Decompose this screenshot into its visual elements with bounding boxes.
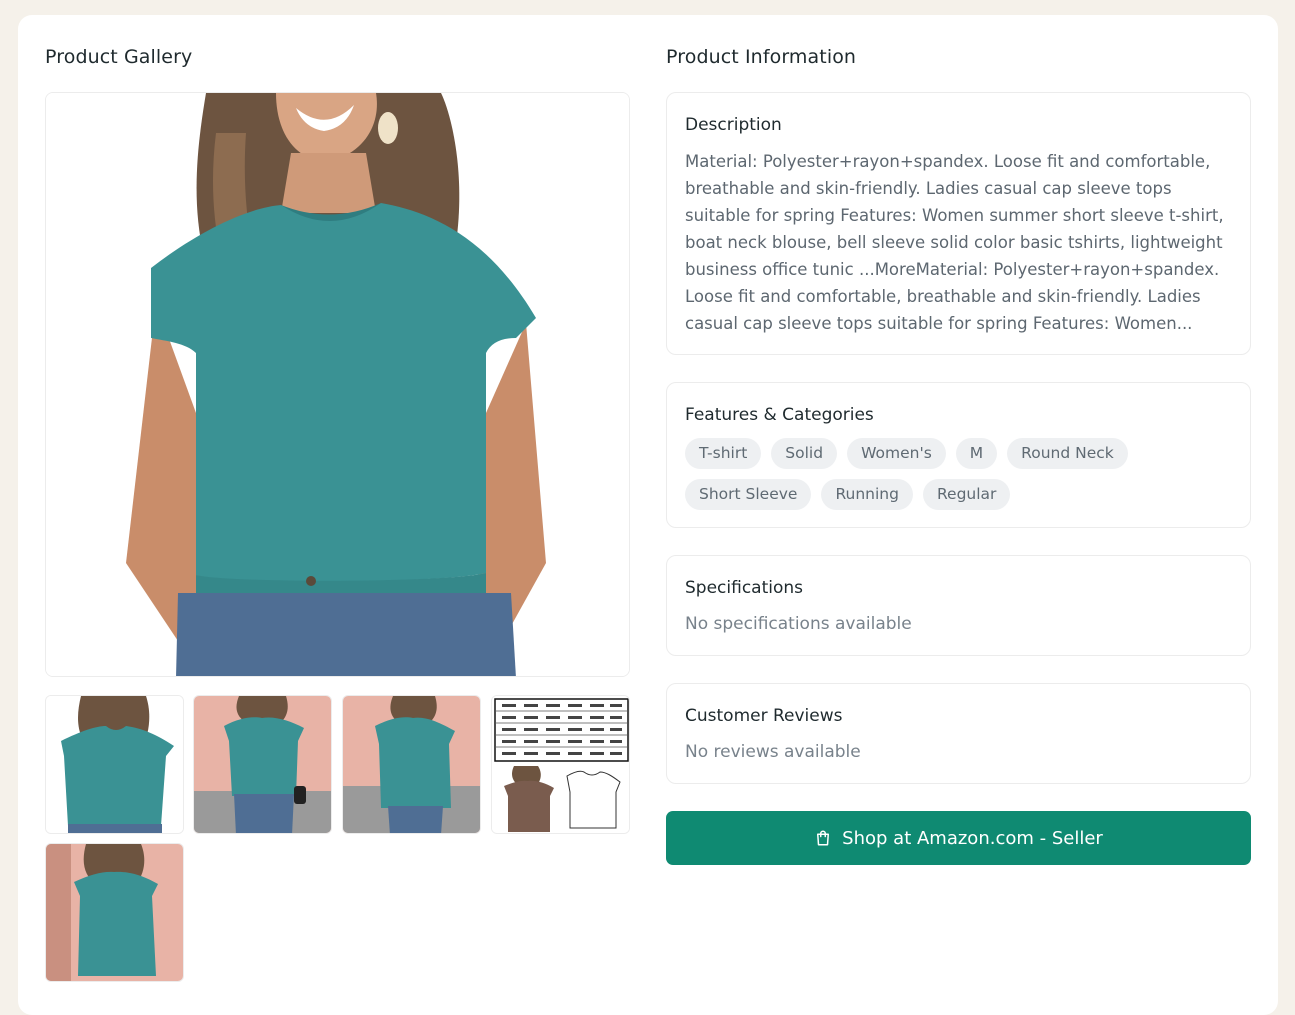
product-card: Product Gallery Product Information Desc… <box>18 15 1278 1015</box>
tag-running[interactable]: Running <box>821 479 913 510</box>
thumbnail-size-chart[interactable] <box>491 695 630 834</box>
specifications-heading: Specifications <box>685 578 804 598</box>
reviews-heading: Customer Reviews <box>685 706 843 726</box>
info-title: Product Information <box>666 46 857 68</box>
tag-regular[interactable]: Regular <box>922 479 1011 510</box>
description-panel: Description Material: Polyester+rayon+sp… <box>666 92 1251 355</box>
features-heading: Features & Categories <box>685 405 874 425</box>
thumbnail-front[interactable] <box>45 695 184 834</box>
reviews-panel: Customer Reviews No reviews available <box>666 683 1251 784</box>
gallery-title: Product Gallery <box>45 46 193 68</box>
main-product-image <box>45 92 630 677</box>
shop-button[interactable]: Shop at Amazon.com - Seller <box>666 811 1251 865</box>
tag-list: T-shirt Solid Women's M Round Neck Short… <box>685 438 1235 510</box>
tag-round-neck[interactable]: Round Neck <box>1007 438 1128 469</box>
shop-button-label: Shop at Amazon.com - Seller <box>842 827 1103 849</box>
thumbnail-street-side[interactable] <box>342 695 481 834</box>
features-panel: Features & Categories T-shirt Solid Wome… <box>666 382 1251 528</box>
reviews-empty-text: No reviews available <box>685 742 861 762</box>
tag-t-shirt[interactable]: T-shirt <box>685 438 762 469</box>
tag-solid[interactable]: Solid <box>771 438 838 469</box>
description-text: Material: Polyester+rayon+spandex. Loose… <box>685 152 1224 333</box>
specifications-panel: Specifications No specifications availab… <box>666 555 1251 656</box>
tag-short-sleeve[interactable]: Short Sleeve <box>685 479 812 510</box>
shopping-bag-icon <box>814 829 832 847</box>
description-heading: Description <box>685 115 782 135</box>
thumbnail-street-front[interactable] <box>193 695 332 834</box>
thumbnail-street-close[interactable] <box>45 843 184 982</box>
tag-m[interactable]: M <box>955 438 998 469</box>
tag-womens[interactable]: Women's <box>847 438 946 469</box>
specifications-empty-text: No specifications available <box>685 614 912 634</box>
